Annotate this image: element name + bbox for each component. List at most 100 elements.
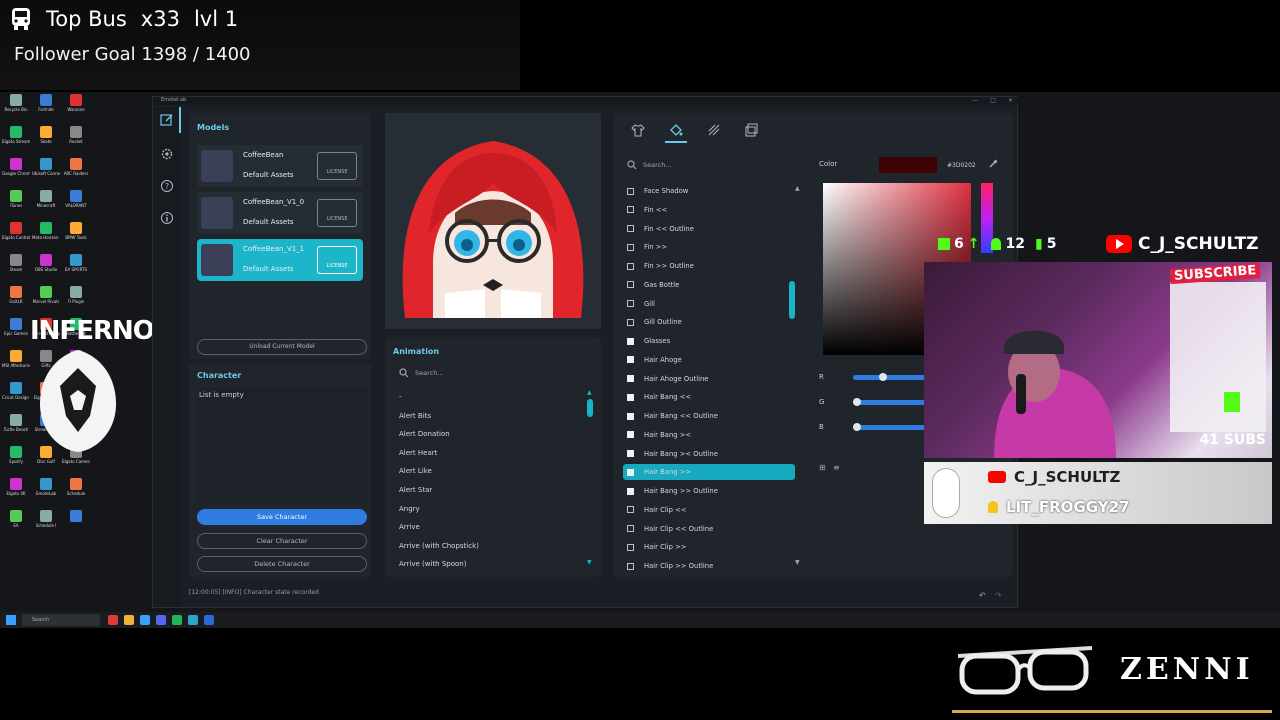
undo-icon[interactable]: ↶ — [979, 591, 986, 600]
blue-slider[interactable] — [853, 425, 933, 430]
desktop-icon[interactable]: EA — [2, 510, 30, 542]
desktop-icon[interactable]: Rocket — [62, 126, 90, 158]
layer-item[interactable]: Fin >> — [623, 239, 795, 255]
desktop-icon[interactable]: Skate — [32, 126, 60, 158]
layer-item[interactable]: Hair Bang >> Outline — [623, 483, 795, 499]
desktop-icon[interactable]: EA SPORTS — [62, 254, 90, 286]
color-hex-value[interactable]: #3D0202 — [947, 162, 976, 169]
desktop-icon[interactable]: Elgato Stream Deck — [2, 126, 30, 158]
layer-checkbox[interactable] — [627, 337, 634, 345]
layer-checkbox[interactable] — [627, 225, 634, 232]
layer-checkbox[interactable] — [627, 393, 634, 401]
unload-model-button[interactable]: Unload Current Model — [197, 339, 367, 355]
clear-character-button[interactable]: Clear Character — [197, 533, 367, 549]
desktop-icon[interactable]: iTunes — [2, 190, 30, 222]
edit-icon[interactable] — [160, 113, 174, 127]
animation-item[interactable]: Alert Donation — [399, 430, 450, 438]
green-slider-handle[interactable] — [853, 398, 861, 406]
layer-item[interactable]: Glasses — [623, 333, 795, 349]
app-icon-1[interactable] — [108, 615, 118, 625]
license-button[interactable]: LICENSE — [317, 199, 357, 227]
desktop-icon[interactable]: Ubisoft Connect — [32, 158, 60, 190]
desktop-icon[interactable]: Fortnite — [32, 94, 60, 126]
animation-item[interactable]: - — [399, 393, 402, 401]
layer-checkbox[interactable] — [627, 281, 634, 289]
desktop-icon[interactable]: Spotify — [2, 446, 30, 478]
close-icon[interactable]: ✕ — [1008, 97, 1013, 104]
layer-checkbox[interactable] — [627, 412, 634, 420]
desktop-icon[interactable]: Fl Plugin — [62, 286, 90, 318]
paint-bucket-icon[interactable] — [669, 123, 683, 137]
animation-item[interactable]: Angry — [399, 505, 420, 513]
eyedropper-icon[interactable] — [989, 158, 999, 168]
help-icon[interactable]: ? — [160, 179, 174, 193]
desktop-icon[interactable]: Turtle Beach — [2, 414, 30, 446]
desktop-icon[interactable]: VALORANT — [62, 190, 90, 222]
license-button[interactable]: LICENSE — [317, 152, 357, 180]
layer-item[interactable]: Hair Bang << Outline — [623, 408, 795, 424]
layer-checkbox[interactable] — [627, 487, 634, 495]
animation-item[interactable]: Arrive (with Spoon) — [399, 560, 466, 568]
desktop-icon[interactable] — [62, 510, 90, 542]
desktop-icon[interactable]: Cricut Design Space — [2, 382, 30, 414]
desktop-icon[interactable]: Epic Games — [2, 318, 30, 350]
scroll-up-icon[interactable]: ▲ — [587, 389, 592, 396]
animation-item[interactable]: Alert Star — [399, 486, 432, 494]
browser-icon[interactable] — [140, 615, 150, 625]
layer-item[interactable]: Gill — [623, 296, 795, 312]
layer-checkbox[interactable] — [627, 318, 634, 326]
desktop-icon[interactable]: GoXLR — [2, 286, 30, 318]
layer-item[interactable]: Hair Bang >> — [623, 464, 795, 481]
app-icon-7[interactable] — [204, 615, 214, 625]
animation-item[interactable]: Alert Like — [399, 467, 432, 475]
model-row[interactable]: CoffeeBean_V1_1 Default Assets LICENSE — [197, 239, 363, 281]
save-character-button[interactable]: Save Character — [197, 509, 367, 525]
taskbar-search[interactable]: Search — [22, 614, 100, 626]
desktop-icon[interactable]: Recycle Bin — [2, 94, 30, 126]
layer-checkbox[interactable] — [627, 262, 634, 270]
desktop-icon[interactable]: Meta Horizon Link — [32, 222, 60, 254]
folder-icon[interactable] — [124, 615, 134, 625]
layer-checkbox[interactable] — [627, 431, 634, 439]
layer-item[interactable]: Hair Ahoge Outline — [623, 371, 795, 387]
animation-search-input[interactable]: Search... — [393, 365, 589, 381]
layers-scroll-up-icon[interactable]: ▲ — [795, 185, 800, 192]
layer-checkbox[interactable] — [627, 450, 634, 457]
maximize-icon[interactable]: □ — [990, 97, 996, 104]
layer-item[interactable]: Hair Ahoge — [623, 352, 795, 368]
desktop-icon[interactable]: Minecraft — [32, 190, 60, 222]
layer-checkbox[interactable] — [627, 300, 634, 307]
redo-icon[interactable]: ↷ — [995, 591, 1002, 600]
desktop-icon[interactable]: OBS Studio — [32, 254, 60, 286]
layers-scrollbar[interactable] — [789, 281, 795, 319]
layer-checkbox[interactable] — [627, 375, 634, 382]
desktop-icon[interactable]: EmoteLab — [32, 478, 60, 510]
desktop-icon[interactable]: Schedule — [62, 478, 90, 510]
animation-item[interactable]: Arrive (with Chopstick) — [399, 542, 479, 550]
layer-checkbox[interactable] — [627, 525, 634, 532]
shirt-icon[interactable] — [631, 123, 645, 137]
layer-item[interactable]: Gill Outline — [623, 314, 795, 330]
model-row[interactable]: CoffeeBean_V1_0 Default Assets LICENSE — [197, 192, 363, 234]
desktop-icon[interactable]: Elgato Control — [2, 222, 30, 254]
layer-checkbox[interactable] — [627, 187, 634, 195]
layers-scroll-down-icon[interactable]: ▼ — [795, 559, 800, 566]
layer-checkbox[interactable] — [627, 543, 634, 551]
discord-icon[interactable] — [156, 615, 166, 625]
start-icon[interactable] — [6, 615, 16, 625]
layer-item[interactable]: Gas Bottle — [623, 277, 795, 293]
layer-item[interactable]: Fin << Outline — [623, 221, 795, 237]
desktop-icon[interactable]: Google Chrome — [2, 158, 30, 190]
model-row[interactable]: CoffeeBean Default Assets LICENSE — [197, 145, 363, 187]
info-icon[interactable] — [160, 211, 174, 225]
color-swatch[interactable] — [879, 157, 937, 173]
layer-checkbox[interactable] — [627, 356, 634, 364]
layer-checkbox[interactable] — [627, 243, 634, 251]
list-icon[interactable]: ≡ — [833, 463, 840, 472]
add-layer-icon[interactable]: ⊞ — [819, 463, 826, 472]
desktop-icon[interactable]: Marvel Rivals — [32, 286, 60, 318]
scroll-down-icon[interactable]: ▼ — [587, 559, 592, 566]
animation-item[interactable]: Alert Heart — [399, 449, 437, 457]
blue-slider-handle[interactable] — [853, 423, 861, 431]
layer-item[interactable]: Fin << — [623, 202, 795, 218]
